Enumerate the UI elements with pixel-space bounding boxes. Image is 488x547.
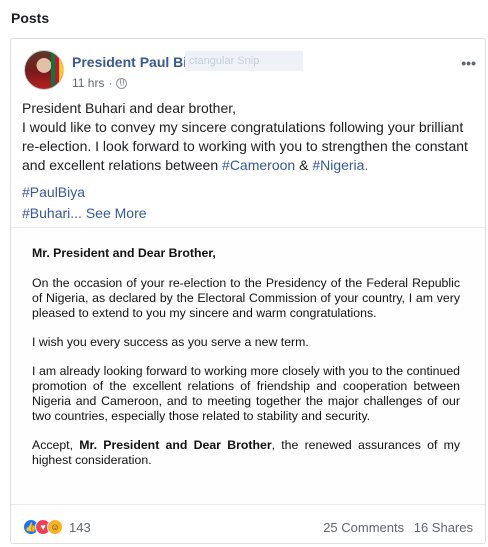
post-author[interactable]: President Paul Biya: [72, 54, 203, 70]
post-footer: 👍 ♥ ☺ 143 25 Comments 16 Shares: [11, 513, 485, 543]
comments-link[interactable]: 25 Comments: [323, 520, 404, 535]
ampersand: &: [295, 157, 313, 173]
letter-greeting: Mr. President and Dear Brother,: [32, 246, 216, 260]
letter-paragraph-4: Accept, Mr. President and Dear Brother, …: [32, 438, 460, 468]
hashtag-line2: #Buhari... See More: [22, 203, 147, 224]
meta-separator: ·: [108, 76, 113, 90]
letter-p4-bold: Mr. President and Dear Brother: [79, 438, 272, 452]
hashtag-cameroon[interactable]: #Cameroon: [222, 157, 295, 173]
letter-paragraph-1: On the occasion of your re-election to t…: [32, 276, 460, 320]
post-text-line1: President Buhari and dear brother,: [22, 100, 237, 116]
letter-paragraph-2: I wish you every success as you serve a …: [32, 335, 309, 349]
hashtags: #PaulBiya #Buhari... See More: [22, 182, 147, 224]
see-more-link[interactable]: See More: [86, 205, 147, 221]
letter-p4-start: Accept,: [32, 438, 80, 452]
post-text: President Buhari and dear brother, I wou…: [22, 99, 477, 175]
hashtag-paulbiya[interactable]: #PaulBiya: [22, 182, 147, 203]
reaction-count: 143: [69, 519, 91, 535]
avatar[interactable]: [24, 50, 64, 90]
section-title: Posts: [11, 10, 50, 26]
post-meta: 11 hrs ·: [72, 76, 128, 90]
post-time[interactable]: 11 hrs: [72, 76, 104, 90]
post-stats: 25 Comments 16 Shares: [323, 520, 473, 535]
globe-icon[interactable]: [116, 77, 128, 89]
post-card: President Paul Biya ctangular Snip 11 hr…: [10, 38, 486, 544]
letter-text: Mr. President and Dear Brother, On the o…: [32, 246, 460, 482]
hashtag-nigeria[interactable]: #Nigeria.: [312, 157, 368, 173]
flag-icon: [51, 51, 63, 89]
haha-icon: ☺: [47, 519, 63, 535]
letter-paragraph-3: I am already looking forward to working …: [32, 364, 460, 423]
letter-image[interactable]: Mr. President and Dear Brother, On the o…: [11, 227, 485, 505]
snip-overlay: ctangular Snip: [185, 51, 303, 71]
shares-link[interactable]: 16 Shares: [414, 520, 473, 535]
post-text-body: I would like to convey my sincere congra…: [22, 118, 477, 175]
hashtag-buhari[interactable]: #Buhari...: [22, 205, 82, 221]
more-options-button[interactable]: •••: [461, 55, 476, 71]
reactions[interactable]: 👍 ♥ ☺ 143: [23, 519, 91, 535]
